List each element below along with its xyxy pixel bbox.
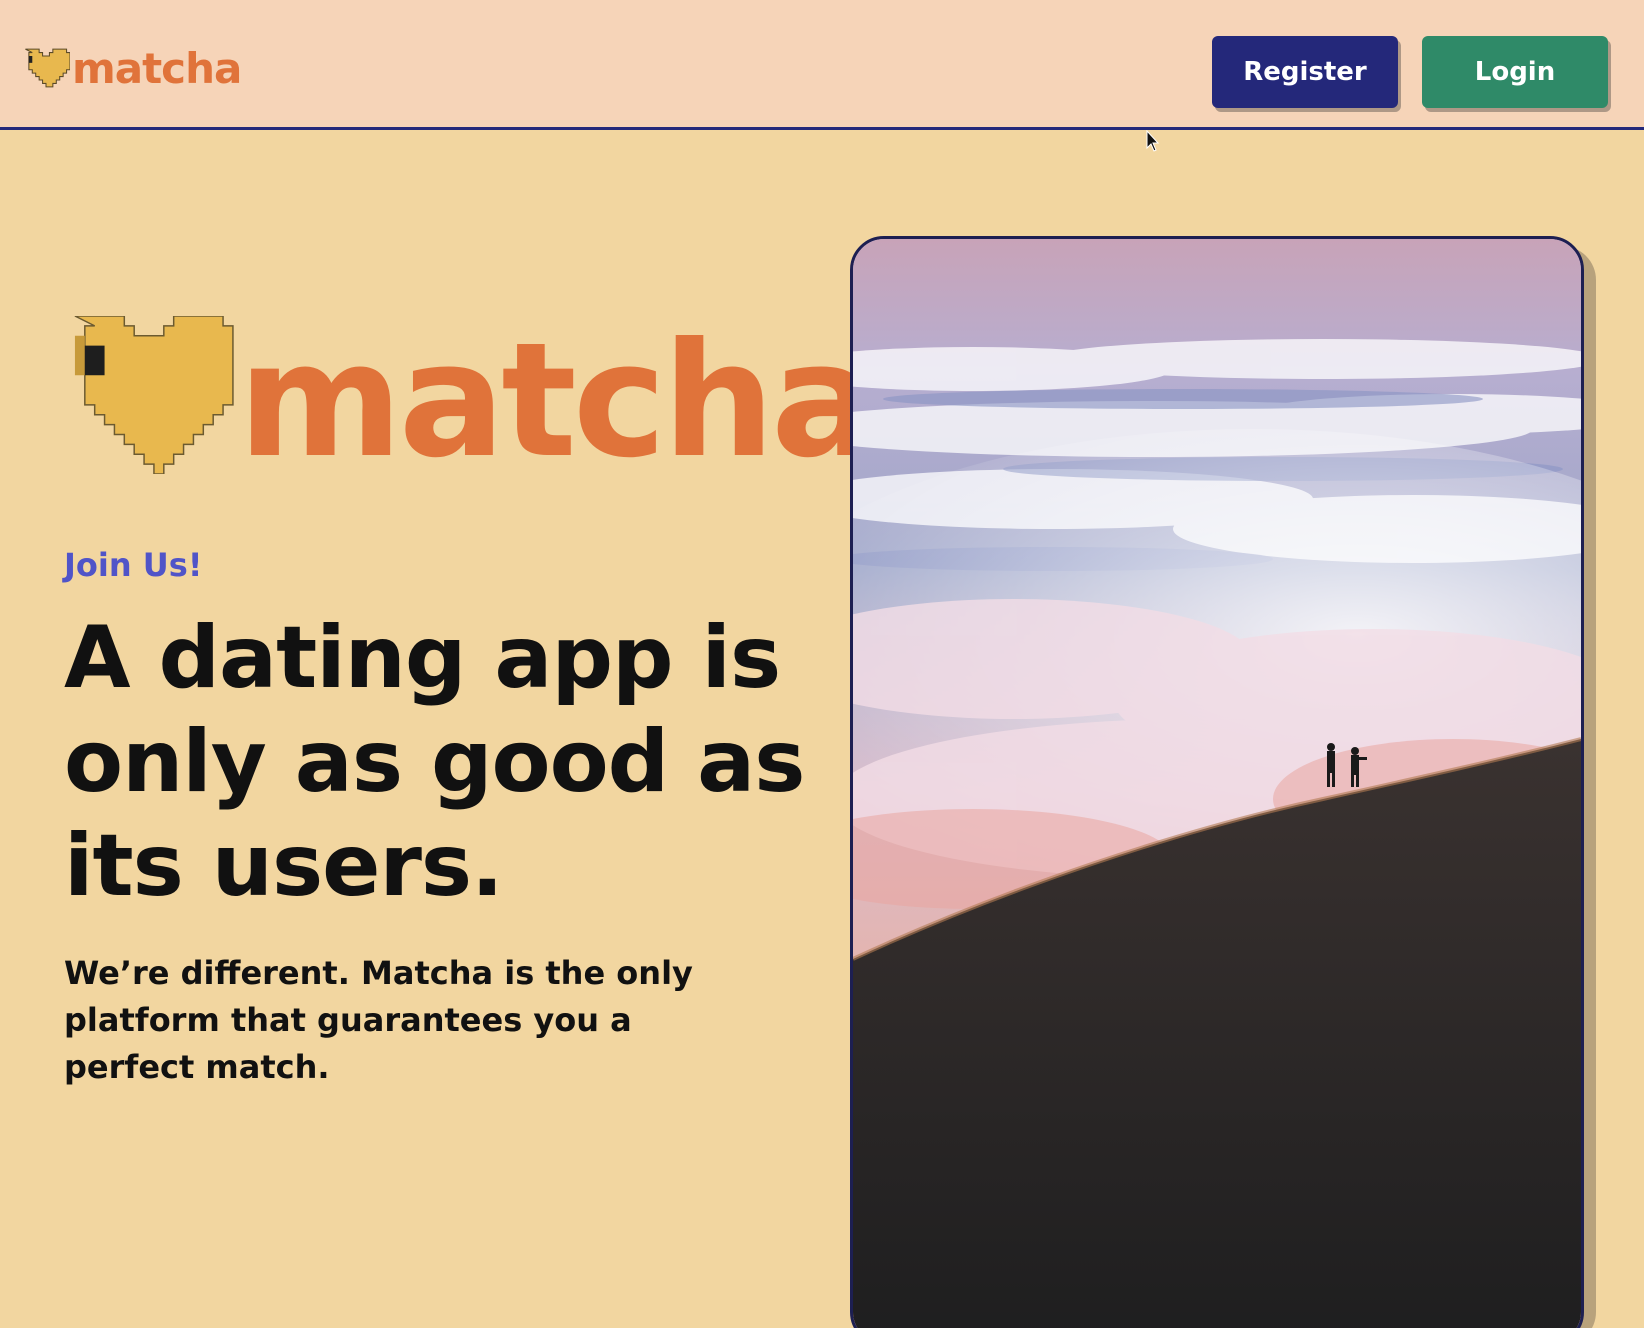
- login-button[interactable]: Login: [1422, 36, 1608, 108]
- brand-name: matcha: [72, 43, 242, 93]
- pixel-heart-icon: [74, 316, 234, 474]
- join-us-eyebrow: Join Us!: [64, 546, 203, 584]
- mouse-pointer-icon: [1146, 130, 1160, 152]
- hero-brand-name: matcha: [238, 309, 878, 493]
- hero-headline: A dating app is only as good as its user…: [64, 608, 805, 916]
- navbar-brand[interactable]: matcha: [22, 42, 242, 94]
- hero-photo: [850, 236, 1584, 1328]
- top-navbar: matcha Register Login: [0, 0, 1644, 130]
- hero-logo: matcha: [64, 316, 878, 480]
- hero-subtext: We’re different. Matcha is the only plat…: [64, 954, 693, 1086]
- register-button[interactable]: Register: [1212, 36, 1398, 108]
- clouds-hillside-image: [853, 239, 1581, 1328]
- pixel-heart-icon: [25, 48, 70, 88]
